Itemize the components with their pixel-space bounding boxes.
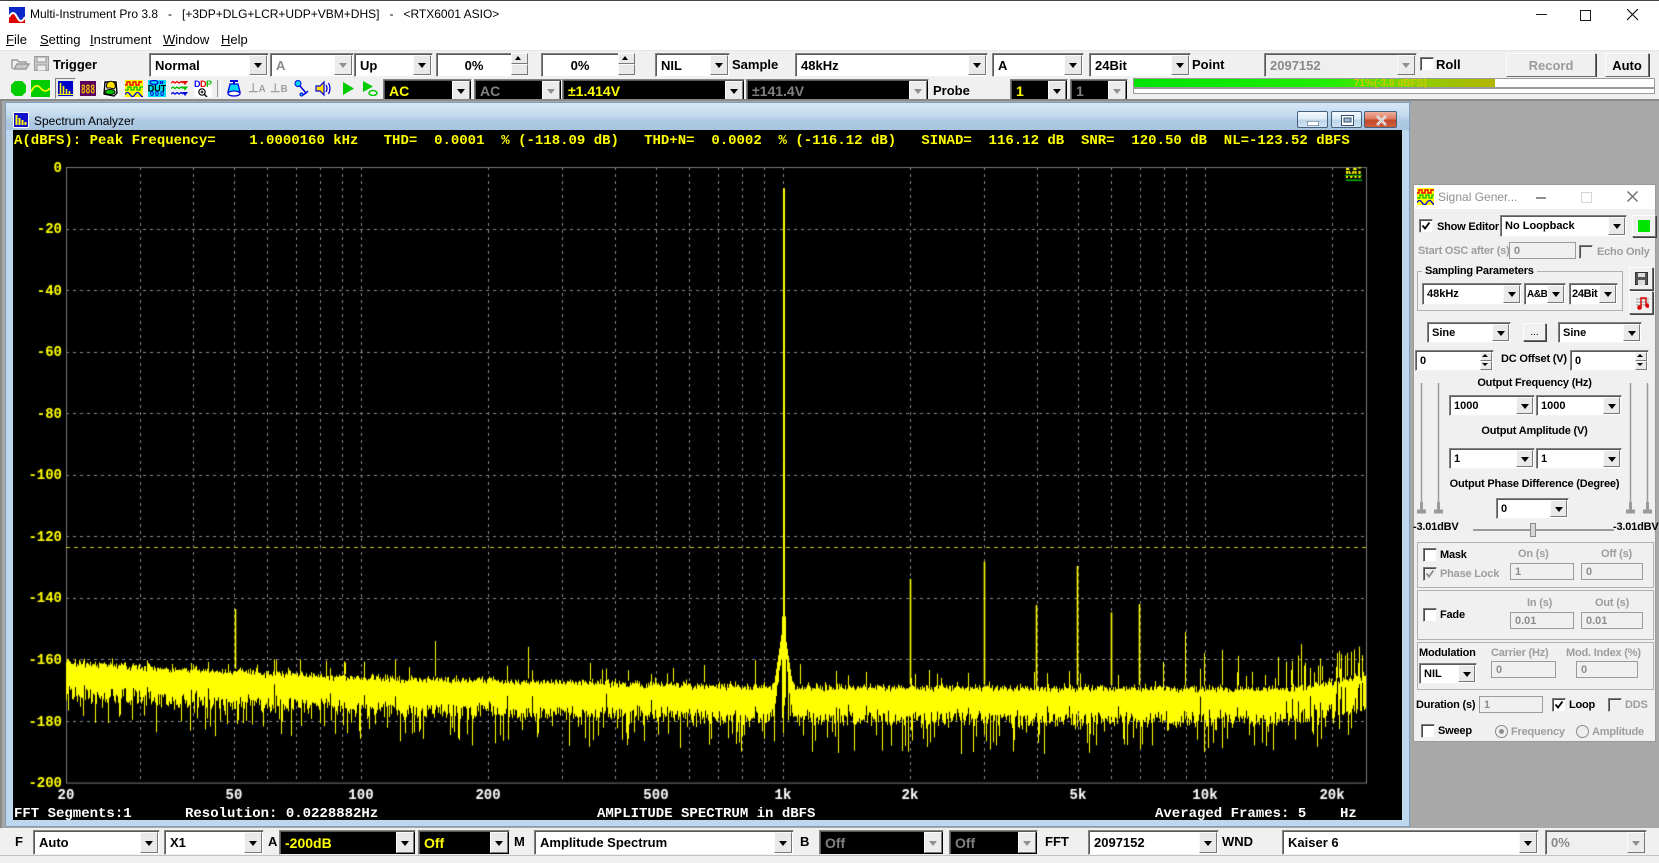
svg-text:P: P <box>206 80 212 89</box>
svg-text:888: 888 <box>81 83 95 97</box>
svg-text:000: 000 <box>150 91 164 97</box>
